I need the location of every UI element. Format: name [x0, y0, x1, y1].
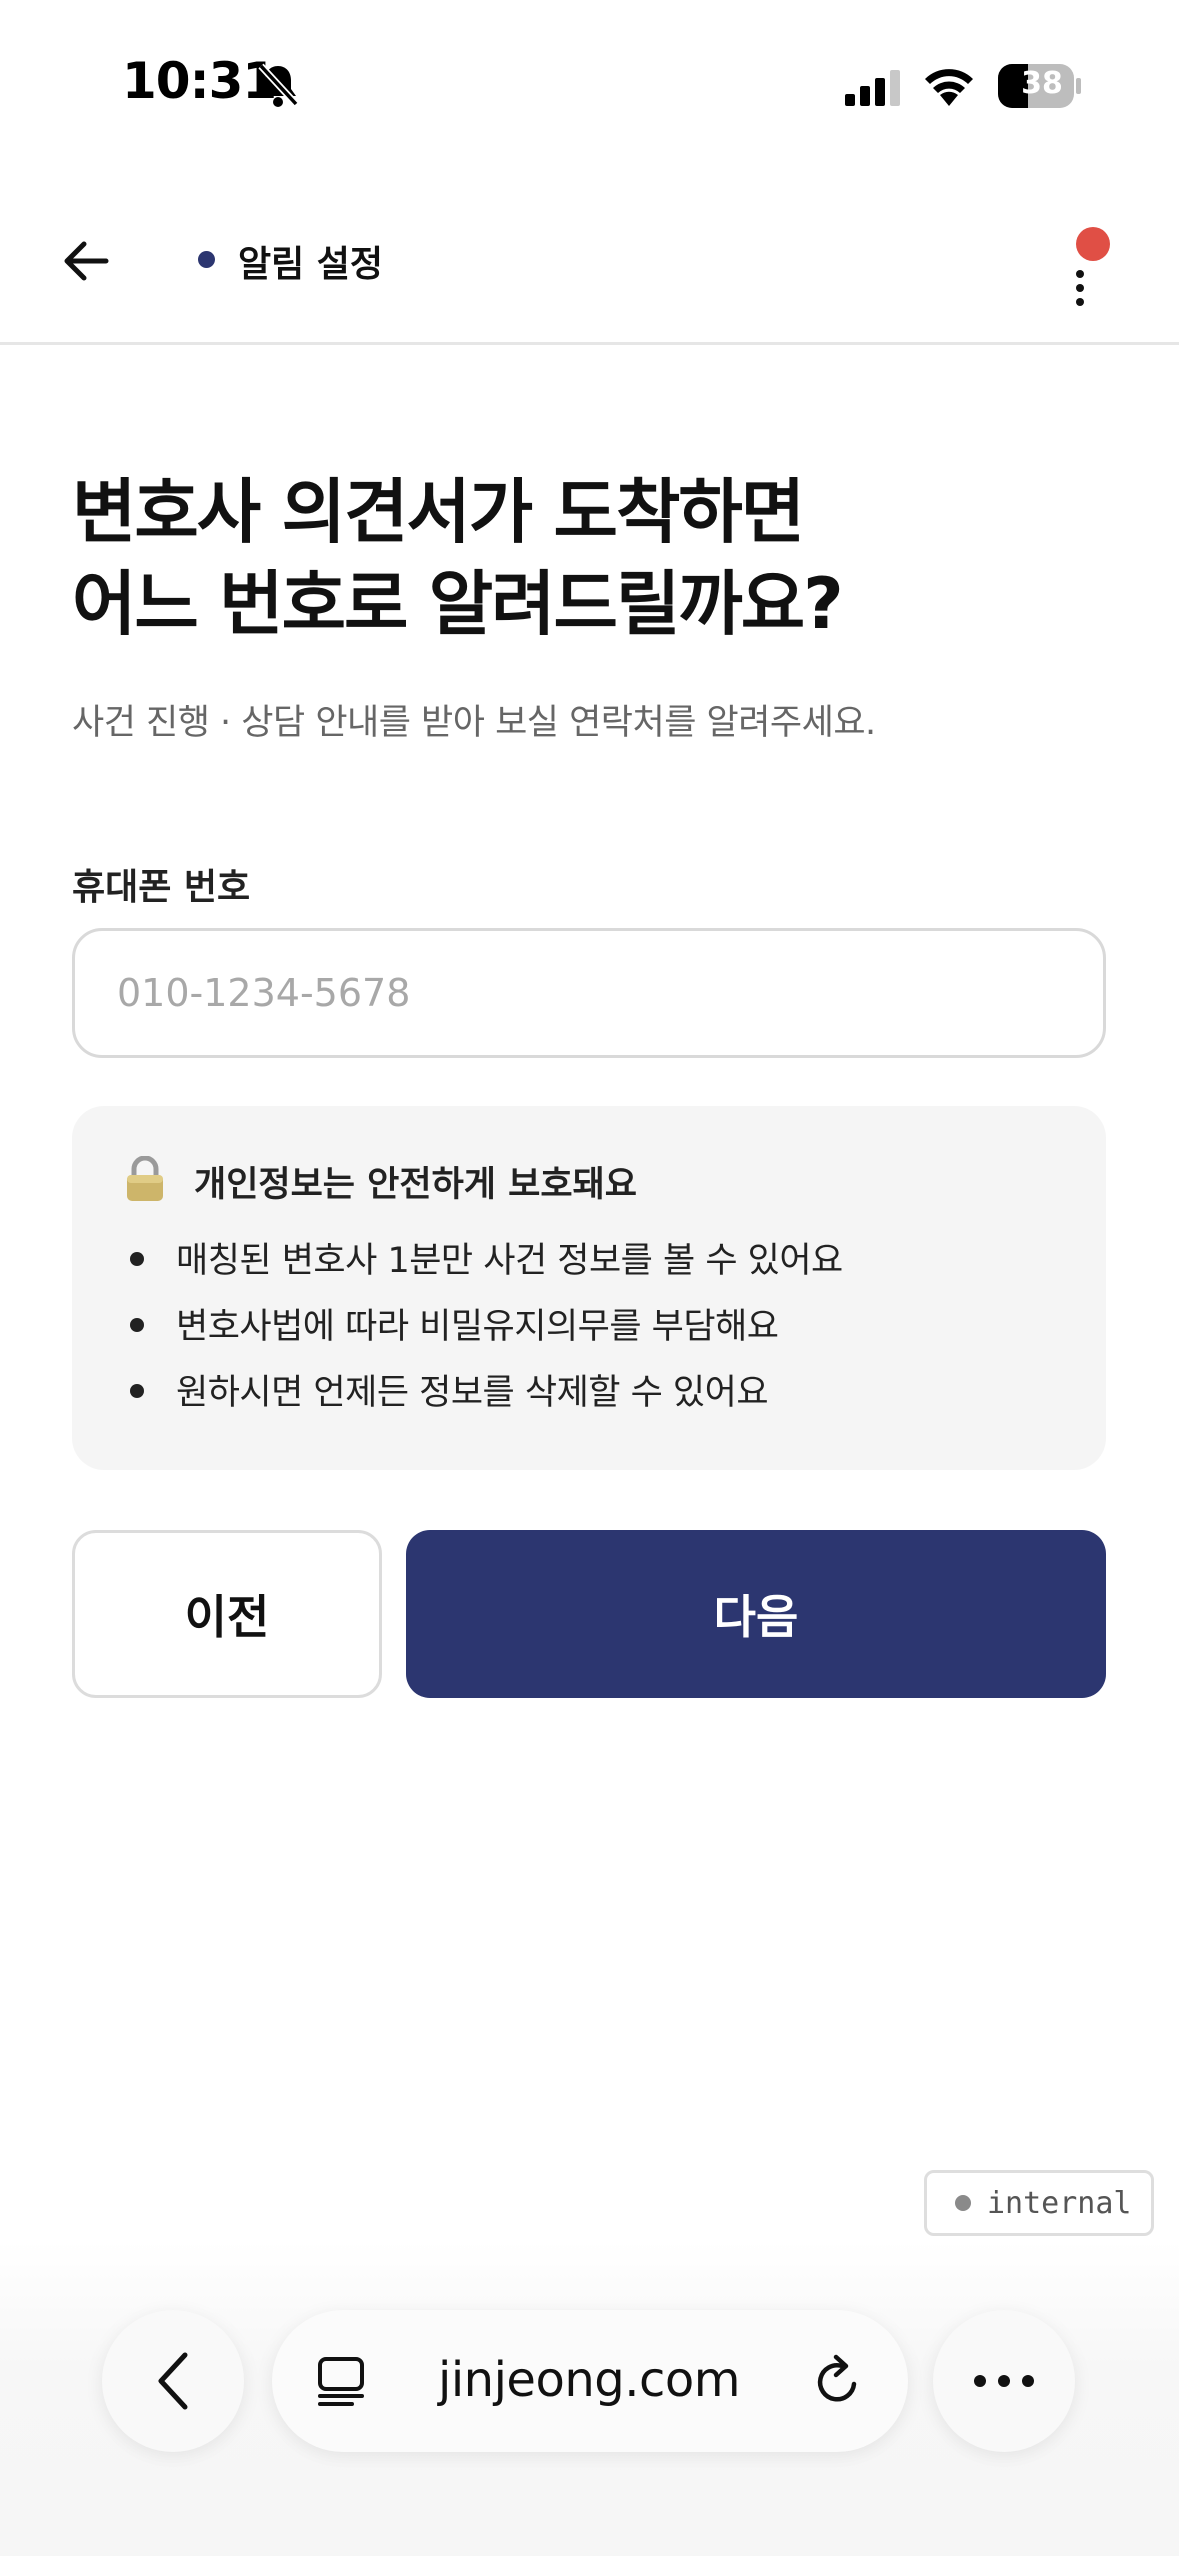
next-button[interactable]: 다음: [406, 1530, 1106, 1698]
app-header: 알림 설정: [0, 200, 1179, 345]
browser-more-button[interactable]: [933, 2310, 1075, 2452]
privacy-item-text: 원하시면 언제든 정보를 삭제할 수 있어요: [176, 1373, 769, 1413]
question-headline: 변호사 의견서가 도착하면 어느 번호로 알려드릴까요?: [72, 466, 1112, 650]
phone-label: 휴대폰 번호: [72, 867, 251, 908]
status-time: 10:31: [122, 52, 277, 110]
page-title: 알림 설정: [238, 244, 384, 285]
privacy-list: 매칭된 변호사 1분만 사건 정보를 볼 수 있어요 변호사법에 따라 비밀유지…: [130, 1232, 843, 1430]
chevron-left-icon: [158, 2352, 188, 2410]
bullet-icon: [130, 1252, 144, 1266]
lock-icon: [127, 1156, 163, 1201]
bullet-icon: [130, 1384, 144, 1398]
privacy-item-text: 변호사법에 따라 비밀유지의무를 부담해요: [176, 1307, 779, 1347]
internal-dot: [955, 2195, 971, 2211]
reload-icon[interactable]: [812, 2354, 864, 2408]
back-arrow-icon[interactable]: [62, 240, 110, 282]
privacy-item-text: 매칭된 변호사 1분만 사건 정보를 볼 수 있어요: [176, 1241, 843, 1281]
battery-level: 38: [1021, 66, 1063, 101]
browser-back-button[interactable]: [102, 2310, 244, 2452]
internal-badge: internal: [924, 2170, 1154, 2236]
privacy-item: 변호사법에 따라 비밀유지의무를 부담해요: [130, 1298, 843, 1364]
address-bar[interactable]: jinjeong.com: [272, 2310, 908, 2452]
bullet-icon: [130, 1318, 144, 1332]
bell-muted-icon: [258, 63, 299, 107]
more-horizontal-icon: [974, 2375, 1034, 2387]
headline-line-1: 변호사 의견서가 도착하면: [72, 471, 805, 553]
url-text: jinjeong.com: [438, 2352, 741, 2408]
prev-button[interactable]: 이전: [72, 1530, 382, 1698]
phone-input[interactable]: [72, 928, 1106, 1058]
status-bar: 10:31 38: [0, 0, 1179, 170]
privacy-item: 매칭된 변호사 1분만 사건 정보를 볼 수 있어요: [130, 1232, 843, 1298]
tabs-icon: [318, 2357, 364, 2406]
header-status-dot: [198, 251, 215, 268]
wifi-icon: [925, 69, 973, 106]
question-subtitle: 사건 진행 · 상담 안내를 받아 보실 연락처를 알려주세요.: [72, 703, 876, 743]
privacy-notice: 개인정보는 안전하게 보호돼요 매칭된 변호사 1분만 사건 정보를 볼 수 있…: [72, 1106, 1106, 1470]
privacy-title: 개인정보는 안전하게 보호돼요: [194, 1165, 637, 1205]
headline-line-2: 어느 번호로 알려드릴까요?: [72, 563, 844, 645]
notification-badge: [1076, 227, 1110, 261]
internal-label: internal: [987, 2185, 1132, 2221]
privacy-item: 원하시면 언제든 정보를 삭제할 수 있어요: [130, 1364, 843, 1430]
cellular-signal-icon: [845, 70, 900, 106]
